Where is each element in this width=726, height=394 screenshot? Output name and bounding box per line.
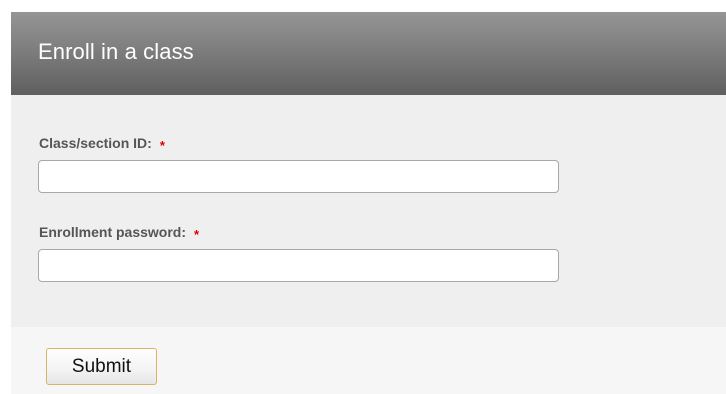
enrollment-password-input[interactable] — [38, 249, 559, 282]
panel-header: Enroll in a class — [11, 12, 726, 95]
class-section-id-label: Class/section ID: * — [39, 135, 165, 153]
required-marker: * — [159, 138, 165, 153]
form-footer: Submit — [11, 327, 726, 394]
class-section-id-input[interactable] — [38, 160, 559, 193]
required-marker: * — [194, 227, 200, 242]
class-section-id-label-text: Class/section ID: — [39, 135, 152, 151]
enroll-panel: Enroll in a class Class/section ID: * Enr… — [11, 12, 726, 394]
enrollment-password-label-text: Enrollment password: — [39, 224, 187, 240]
enroll-form: Class/section ID: * Enrollment password: * — [11, 95, 726, 327]
submit-button[interactable]: Submit — [46, 348, 157, 385]
page-title: Enroll in a class — [38, 39, 194, 64]
enrollment-password-label: Enrollment password: * — [39, 224, 200, 242]
